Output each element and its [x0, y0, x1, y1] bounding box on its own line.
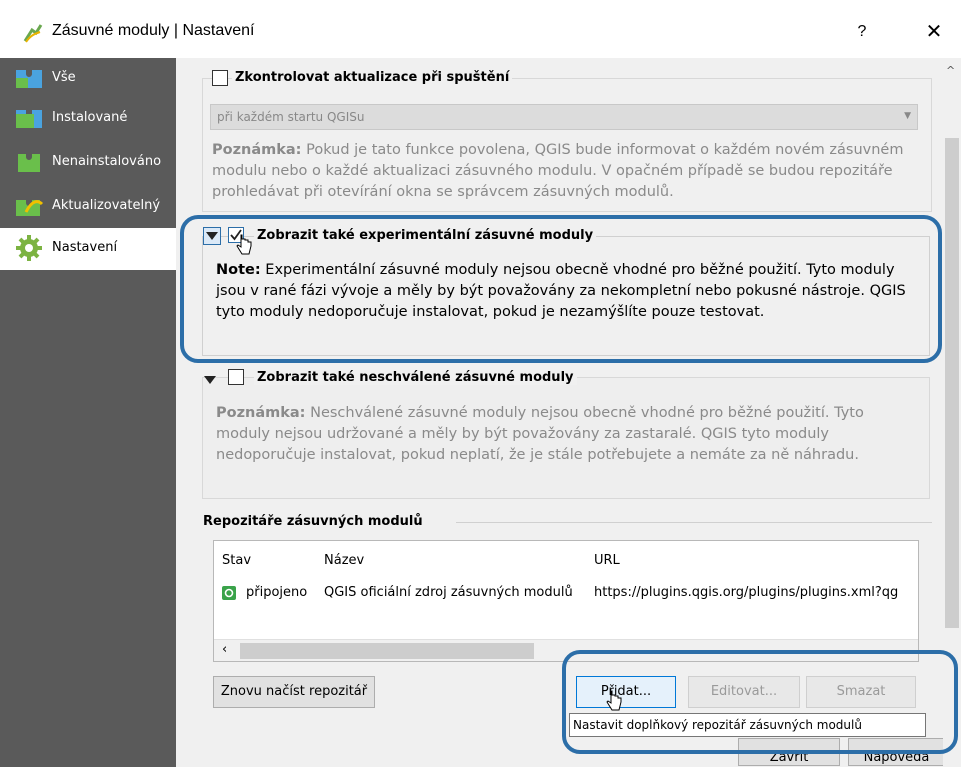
close-window-button[interactable]: ✕	[920, 18, 948, 46]
mouse-cursor-icon	[606, 690, 622, 711]
column-header-url[interactable]: URL	[594, 553, 620, 568]
puzzle-all-icon	[16, 70, 42, 88]
sidebar-item-not-installed[interactable]: Nenainstalováno	[0, 142, 176, 182]
connected-icon	[222, 586, 236, 600]
repositories-table[interactable]: Stav Název URL připojeno QGIS oficiální …	[213, 540, 919, 662]
puzzle-not-installed-icon	[18, 154, 40, 172]
column-header-status[interactable]: Stav	[222, 553, 251, 568]
help-button[interactable]: ?	[848, 18, 876, 46]
sidebar-item-settings[interactable]: Nastavení	[0, 228, 176, 270]
updates-note-text: Pokud je tato funkce povolena, QGIS bude…	[212, 142, 904, 200]
column-header-name[interactable]: Název	[324, 553, 364, 568]
updates-note-prefix: Poznámka:	[212, 142, 302, 158]
updates-note: Poznámka: Pokud je tato funkce povolena,…	[212, 140, 912, 203]
reload-repository-button[interactable]: Znovu načíst repozitář	[213, 676, 375, 708]
puzzle-upgradeable-icon	[16, 200, 44, 216]
deprecated-label: Zobrazit také neschválené zásuvné moduly	[254, 370, 577, 385]
sidebar-item-upgradeable[interactable]: Aktualizovatelný	[0, 186, 176, 226]
sidebar-item-label: Aktualizovatelný	[52, 198, 161, 213]
puzzle-installed-icon	[16, 110, 42, 128]
qgis-logo-icon	[23, 24, 43, 43]
sidebar-item-label: Nenainstalováno	[52, 154, 162, 169]
gear-icon	[16, 235, 42, 261]
deprecated-checkbox[interactable]	[228, 369, 244, 385]
scroll-left-icon[interactable]: ‹	[222, 642, 227, 657]
scroll-up-icon[interactable]: ^	[946, 64, 955, 77]
repo-status: připojeno	[246, 585, 308, 600]
update-frequency-select[interactable]: při každém startu QGISu ▼	[210, 104, 918, 130]
scrollbar-thumb[interactable]	[240, 643, 534, 659]
sidebar: Vše Instalované Nenainstalováno Aktualiz…	[0, 58, 176, 767]
deprecated-note: Poznámka: Neschválené zásuvné moduly nej…	[216, 403, 916, 466]
scrollbar-thumb[interactable]	[945, 138, 959, 628]
sidebar-item-label: Instalované	[52, 110, 128, 125]
sidebar-item-label: Nastavení	[52, 240, 118, 255]
section-divider	[456, 522, 932, 523]
chevron-down-icon: ▼	[904, 111, 911, 121]
check-updates-label: Zkontrolovat aktualizace při spuštění	[232, 70, 513, 85]
window-title: Zásuvné moduly | Nastavení	[52, 22, 255, 39]
sidebar-item-all[interactable]: Vše	[0, 58, 176, 98]
sidebar-item-label: Vše	[52, 70, 76, 85]
update-frequency-value: při každém startu QGISu	[217, 110, 365, 124]
title-bar: Zásuvné moduly | Nastavení ? ✕	[0, 0, 961, 58]
deprecated-note-prefix: Poznámka:	[216, 405, 306, 421]
experimental-highlight-annotation	[180, 215, 942, 363]
sidebar-item-installed[interactable]: Instalované	[0, 98, 176, 138]
repo-url: https://plugins.qgis.org/plugins/plugins…	[594, 585, 899, 600]
collapse-deprecated-icon[interactable]	[204, 376, 216, 384]
deprecated-note-text: Neschválené zásuvné moduly nejsou obecně…	[216, 405, 864, 463]
repo-name: QGIS oficiální zdroj zásuvných modulů	[324, 585, 573, 600]
repositories-section-title: Repozitáře zásuvných modulů	[203, 514, 423, 529]
mouse-cursor-icon	[236, 234, 252, 255]
check-updates-checkbox[interactable]	[212, 70, 228, 86]
